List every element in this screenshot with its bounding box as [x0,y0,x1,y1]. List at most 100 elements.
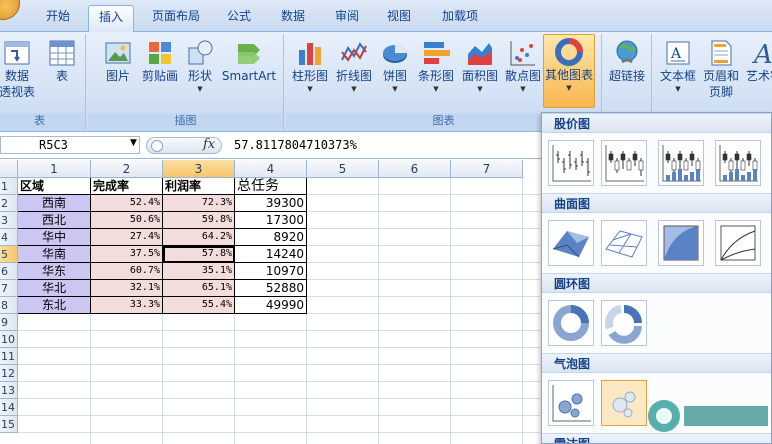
data-cell[interactable]: 西北 [18,212,91,229]
tab-insert[interactable]: 插入 [88,5,134,33]
stock-chart-thumbnail[interactable] [715,140,761,186]
data-cell[interactable]: 33.3% [91,297,163,314]
data-cell[interactable]: 37.5% [91,246,163,263]
data-cell[interactable]: 华中 [18,229,91,246]
data-cell[interactable]: 8920 [235,229,307,246]
row-header[interactable]: 14 [0,399,18,416]
table-button[interactable]: 表 [42,36,82,108]
row-header[interactable]: 3 [0,212,18,229]
bar-chart-button[interactable]: 条形图 ▼ [414,36,458,108]
row-header[interactable]: 2 [0,195,18,212]
bubble-chart-thumbnail[interactable] [548,380,594,426]
data-cell[interactable]: 60.7% [91,263,163,280]
data-cell[interactable]: 西南 [18,195,91,212]
clipart-button[interactable]: 剪贴画 [138,36,182,108]
insert-function-button[interactable]: fx [203,137,215,152]
row-header[interactable]: 15 [0,416,18,433]
column-chart-button[interactable]: 柱形图 ▼ [288,36,332,108]
hyperlink-button[interactable]: 超链接 [604,36,650,108]
tab-formulas[interactable]: 公式 [216,5,262,32]
header-cell[interactable]: 利润率 [163,178,235,195]
row-header[interactable]: 8 [0,297,18,314]
header-footer-button[interactable]: 页眉和 页脚 [700,36,742,108]
column-header[interactable]: 3 [163,160,235,178]
column-header[interactable]: 7 [451,160,523,178]
office-button[interactable] [0,0,20,20]
surface-chart-thumbnail[interactable] [715,220,761,266]
data-cell[interactable]: 27.4% [91,229,163,246]
data-cell[interactable]: 57.8% [163,246,235,263]
data-cell[interactable]: 39300 [235,195,307,212]
surface-chart-thumbnail[interactable] [658,220,704,266]
tab-review[interactable]: 审阅 [324,5,370,32]
smartart-button[interactable]: SmartArt [218,36,280,108]
header-cell[interactable]: 总任务 [235,178,307,195]
tab-addins[interactable]: 加载项 [430,5,490,32]
data-cell[interactable]: 35.1% [163,263,235,280]
column-header[interactable]: 4 [235,160,307,178]
data-cell[interactable]: 10970 [235,263,307,280]
textbox-button[interactable]: A 文本框 ▼ [656,36,700,108]
tab-home[interactable]: 开始 [28,5,88,32]
data-cell[interactable]: 64.2% [163,229,235,246]
data-cell[interactable]: 59.8% [163,212,235,229]
name-box-dropdown-icon[interactable]: ▼ [130,138,137,148]
tab-data[interactable]: 数据 [270,5,316,32]
column-header[interactable]: 1 [18,160,91,178]
data-cell[interactable]: 55.4% [163,297,235,314]
wordart-button[interactable]: A 艺术字 [742,36,772,108]
data-cell[interactable]: 52880 [235,280,307,297]
column-header[interactable]: 2 [91,160,163,178]
formula-circle-icon[interactable] [151,140,163,152]
data-cell[interactable]: 49990 [235,297,307,314]
row-header[interactable]: 4 [0,229,18,246]
data-cell[interactable]: 17300 [235,212,307,229]
other-charts-button[interactable]: 其他图表 ▼ [543,34,595,108]
row-header[interactable]: 9 [0,314,18,331]
name-box[interactable]: R5C3 [0,136,140,154]
data-cell[interactable]: 华北 [18,280,91,297]
scatter-chart-button[interactable]: 散点图 ▼ [502,36,544,108]
data-cell[interactable]: 14240 [235,246,307,263]
row-header[interactable]: 7 [0,280,18,297]
row-header[interactable]: 5 [0,246,18,263]
row-header[interactable]: 12 [0,365,18,382]
data-cell[interactable]: 52.4% [91,195,163,212]
tab-page-layout[interactable]: 页面布局 [140,5,212,32]
doughnut-chart-thumbnail[interactable] [601,300,647,346]
data-cell[interactable]: 华南 [18,246,91,263]
row-header[interactable]: 11 [0,348,18,365]
line-chart-button[interactable]: 折线图 ▼ [332,36,376,108]
tab-view[interactable]: 视图 [376,5,422,32]
surface-chart-thumbnail[interactable] [548,220,594,266]
pivot-table-button[interactable]: 数据 透视表 [0,36,40,108]
header-cell[interactable]: 完成率 [91,178,163,195]
surface-chart-thumbnail[interactable] [601,220,647,266]
worksheet-grid[interactable]: 1 2 3 4 5 6 7 1 2 3 4 5 6 7 8 9 10 11 12 13 14 15 区域 完成率 利润率 总任务西… [0,160,540,444]
data-cell[interactable]: 32.1% [91,280,163,297]
doughnut-chart-thumbnail[interactable] [548,300,594,346]
picture-button[interactable]: 图片 [98,36,138,108]
data-cell[interactable]: 65.1% [163,280,235,297]
scatter-chart-dropdown-icon: ▼ [520,85,526,93]
stock-chart-thumbnail[interactable] [601,140,647,186]
stock-chart-thumbnail[interactable] [548,140,594,186]
data-cell[interactable]: 50.6% [91,212,163,229]
row-header[interactable]: 6 [0,263,18,280]
row-header[interactable]: 1 [0,178,18,195]
column-header[interactable]: 5 [307,160,379,178]
data-cell[interactable]: 东北 [18,297,91,314]
pie-chart-button[interactable]: 饼图 ▼ [376,36,414,108]
row-header[interactable]: 13 [0,382,18,399]
header-cell[interactable]: 区域 [18,178,91,195]
row-header[interactable]: 10 [0,331,18,348]
picture-label: 图片 [105,69,130,83]
data-cell[interactable]: 72.3% [163,195,235,212]
column-header[interactable]: 6 [379,160,451,178]
stock-chart-thumbnail[interactable] [658,140,704,186]
shapes-button[interactable]: 形状 ▼ [182,36,218,108]
select-all-corner[interactable] [0,160,18,178]
data-cell[interactable]: 华东 [18,263,91,280]
formula-input[interactable]: 57.8117804710373% [234,138,357,152]
area-chart-button[interactable]: 面积图 ▼ [458,36,502,108]
